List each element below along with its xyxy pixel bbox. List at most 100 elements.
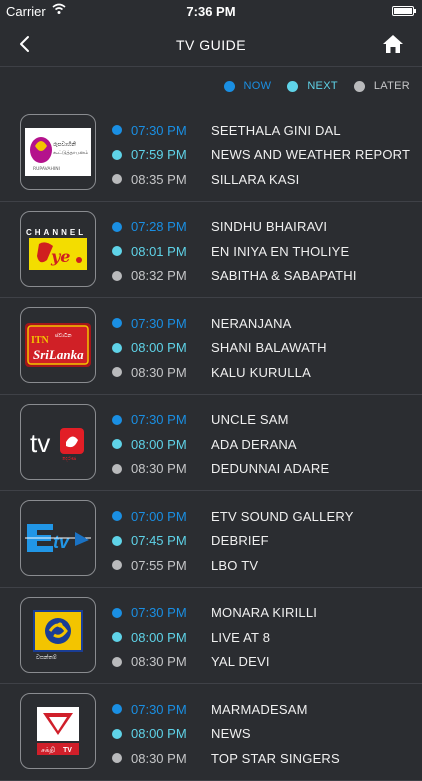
- home-icon[interactable]: [382, 34, 404, 54]
- program-item[interactable]: 08:30 PM TOP STAR SINGERS: [112, 748, 340, 768]
- channel-row[interactable]: சக்தி TV 07:30 PM MARMADESAM 08:00 PM NEWS 0…: [0, 684, 422, 781]
- svg-text:ස්වාධීන: ස්වාධීන: [55, 332, 72, 339]
- program-name: SHANI BALAWATH: [211, 340, 327, 355]
- program-time: 08:30 PM: [131, 750, 187, 766]
- status-dot-icon: [112, 607, 122, 618]
- program-name: DEDUNNAI ADARE: [211, 461, 330, 476]
- svg-text:රූපවාහිනී: රූපවාහිනී: [53, 141, 76, 148]
- svg-text:RUPAVAHINI: RUPAVAHINI: [33, 166, 60, 172]
- status-dot-icon: [112, 463, 122, 474]
- status-dot-icon: [112, 728, 122, 739]
- program-item[interactable]: 08:30 PM KALU KURULLA: [112, 362, 311, 382]
- status-dot-icon: [112, 246, 122, 256]
- program-time: 08:00 PM: [131, 726, 187, 741]
- program-name: SEETHALA GINI DAL: [211, 122, 341, 138]
- program-name: EN INIYA EN THOLIYE: [211, 243, 350, 259]
- vasantham-logo[interactable]: වසන්තම්: [20, 596, 96, 673]
- nav-bar: TV GUIDE: [0, 22, 422, 67]
- program-time: 08:00 PM: [131, 340, 187, 355]
- program-item[interactable]: 07:30 PM MARMADESAM: [112, 699, 308, 719]
- program-name: MONARA KIRILLI: [211, 605, 318, 620]
- status-dot-icon: [112, 414, 122, 425]
- program-time: 07:30 PM: [131, 412, 187, 427]
- program-item[interactable]: 07:30 PM MONARA KIRILLI: [112, 603, 317, 623]
- svg-text:SriLanka: SriLanka: [33, 347, 84, 362]
- page-title: TV GUIDE: [175, 37, 247, 53]
- program-item[interactable]: 07:30 PM SEETHALA GINI DAL: [112, 120, 341, 140]
- legend-dot-icon: [223, 80, 235, 92]
- program-item[interactable]: 07:00 PM ETV SOUND GALLERY: [112, 506, 354, 526]
- program-time: 07:28 PM: [131, 219, 187, 234]
- program-time: 07:00 PM: [131, 508, 187, 524]
- channel-row[interactable]: රූපවාහිනී கூட்டுத்தாபனம் RUPAVAHINI 07:3…: [0, 105, 422, 202]
- program-item[interactable]: 07:28 PM SINDHU BHAIRAVI: [112, 217, 327, 237]
- program-item[interactable]: 07:30 PM UNCLE SAM: [112, 410, 289, 430]
- program-time: 07:45 PM: [131, 533, 187, 548]
- channel-row[interactable]: tv 07:00 PM ETV SOUND GALLERY 07:45 PM DEBR…: [0, 491, 422, 588]
- program-item[interactable]: 07:45 PM DEBRIEF: [112, 531, 269, 551]
- status-dot-icon: [112, 632, 122, 642]
- svg-text:கூட்டுத்தாபனம்: கூட்டுத்தாபனம்: [53, 150, 88, 156]
- status-dot-icon: [112, 149, 122, 160]
- svg-text:TV: TV: [63, 747, 72, 754]
- program-name: SILLARA KASI: [211, 171, 300, 187]
- svg-text:tv: tv: [30, 428, 50, 458]
- status-dot-icon: [112, 704, 122, 714]
- status-dot-icon: [112, 511, 122, 521]
- program-name: ADA DERANA: [211, 436, 297, 452]
- program-time: 08:32 PM: [131, 268, 187, 283]
- program-name: MARMADESAM: [211, 701, 308, 717]
- program-item[interactable]: 08:30 PM YAL DEVI: [112, 652, 270, 672]
- program-time: 07:30 PM: [131, 122, 187, 138]
- program-time: 07:30 PM: [131, 605, 187, 620]
- status-dot-icon: [112, 174, 122, 184]
- program-time: 07:30 PM: [131, 701, 187, 717]
- program-time: 07:30 PM: [131, 315, 187, 331]
- program-time: 07:55 PM: [131, 557, 187, 573]
- program-time: 08:00 PM: [131, 629, 187, 645]
- svg-text:tv: tv: [53, 532, 70, 552]
- svg-text:ITN: ITN: [31, 335, 50, 346]
- program-item[interactable]: 07:59 PM NEWS AND WEATHER REPORT: [112, 145, 410, 165]
- program-item[interactable]: 08:00 PM LIVE AT 8: [112, 627, 270, 647]
- program-name: SINDHU BHAIRAVI: [211, 219, 328, 234]
- status-dot-icon: [112, 753, 122, 763]
- program-name: ETV SOUND GALLERY: [211, 508, 354, 524]
- channel-row[interactable]: CHANNEL ye 07:28 PM SINDHU BHAIRAVI 08:01 …: [0, 202, 422, 298]
- program-item[interactable]: 08:00 PM SHANI BALAWATH: [112, 338, 327, 358]
- legend-label: LATER: [373, 80, 410, 92]
- program-time: 08:30 PM: [131, 654, 187, 669]
- program-name: TOP STAR SINGERS: [211, 750, 340, 766]
- status-dot-icon: [112, 535, 122, 546]
- rupavahini-logo[interactable]: රූපවාහිනී கூட்டுத்தாபனம் RUPAVAHINI: [20, 114, 96, 190]
- program-name: YAL DEVI: [211, 654, 270, 669]
- program-time: 08:30 PM: [131, 364, 187, 380]
- program-name: NEWS: [211, 726, 251, 741]
- shakthi-tv-logo[interactable]: சக்தி TV: [20, 693, 96, 769]
- status-dot-icon: [112, 439, 122, 449]
- legend-label: NEXT: [307, 80, 338, 92]
- program-item[interactable]: 08:32 PM SABITHA & SABAPATHI: [112, 266, 357, 286]
- channel-row[interactable]: ITN ස්වාධීන SriLanka 07:30 PM NERANJANA 08…: [0, 298, 422, 395]
- svg-text:ye: ye: [50, 247, 70, 266]
- etv-logo[interactable]: tv: [20, 500, 96, 576]
- program-name: KALU KURULLA: [211, 364, 311, 380]
- tv-derana-logo[interactable]: tv දෙරණ: [20, 403, 96, 480]
- program-item[interactable]: 08:00 PM NEWS: [112, 724, 251, 744]
- svg-text:சக்தி: சக்தி: [41, 746, 55, 754]
- itn-logo[interactable]: ITN ස්වාධීන SriLanka: [20, 307, 96, 383]
- legend: NOW NEXT LATER: [208, 78, 410, 94]
- legend-item-now: NOW: [223, 80, 272, 92]
- program-time: 08:35 PM: [131, 171, 187, 187]
- channel-row[interactable]: වසන්තම් 07:30 PM MONARA KIRILLI 08:00 PM LI…: [0, 588, 422, 684]
- program-item[interactable]: 08:30 PM DEDUNNAI ADARE: [112, 459, 329, 479]
- program-item[interactable]: 07:55 PM LBO TV: [112, 555, 258, 575]
- channel-eye-logo[interactable]: CHANNEL ye: [20, 210, 96, 287]
- program-item[interactable]: 08:35 PM SILLARA KASI: [112, 169, 299, 189]
- program-name: UNCLE SAM: [211, 412, 289, 427]
- program-item[interactable]: 08:00 PM ADA DERANA: [112, 434, 297, 454]
- svg-text:වසන්තම්: වසන්තම්: [36, 653, 57, 660]
- channel-row[interactable]: tv දෙරණ 07:30 PM UNCLE SAM 08:00 PM ADA DER…: [0, 395, 422, 491]
- program-item[interactable]: 07:30 PM NERANJANA: [112, 313, 292, 333]
- program-item[interactable]: 08:01 PM EN INIYA EN THOLIYE: [112, 241, 349, 261]
